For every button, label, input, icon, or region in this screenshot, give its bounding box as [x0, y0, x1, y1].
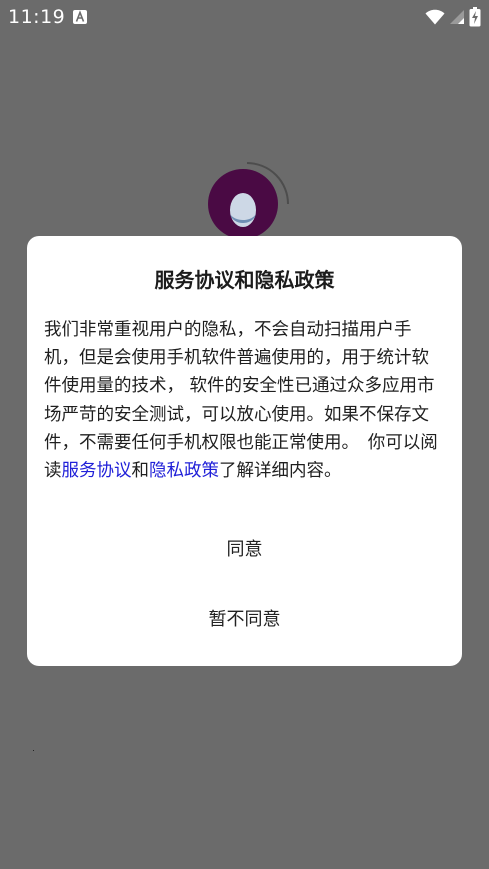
wifi-icon: [425, 9, 445, 25]
dialog-body: 我们非常重视用户的隐私，不会自动扫描用户手机，但是会使用手机软件普遍使用的，用于…: [44, 316, 445, 485]
disagree-button[interactable]: 暂不同意: [27, 596, 462, 644]
privacy-dialog: 服务协议和隐私政策 我们非常重视用户的隐私，不会自动扫描用户手机，但是会使用手机…: [27, 236, 462, 666]
a-letter-icon: [73, 10, 87, 24]
privacy-policy-link[interactable]: 隐私政策: [149, 461, 219, 481]
app-logo-icon: [208, 162, 289, 239]
dialog-body-text: 我们非常重视用户的隐私，不会自动扫描用户手机，但是会使用手机软件普遍使用的，用于…: [44, 320, 438, 482]
service-agreement-link[interactable]: 服务协议: [62, 461, 132, 481]
battery-charging-icon: [469, 7, 481, 27]
status-time: 11:19: [8, 6, 66, 28]
status-bar: 11:19: [0, 0, 489, 34]
dialog-and-text: 和: [131, 461, 150, 482]
dialog-tail-text: 了解详细内容。: [219, 461, 342, 482]
signal-icon: [450, 10, 464, 24]
agree-button[interactable]: 同意: [27, 526, 462, 574]
status-icons: [425, 7, 481, 27]
dialog-title: 服务协议和隐私政策: [154, 268, 335, 292]
background-dot: [33, 750, 34, 751]
